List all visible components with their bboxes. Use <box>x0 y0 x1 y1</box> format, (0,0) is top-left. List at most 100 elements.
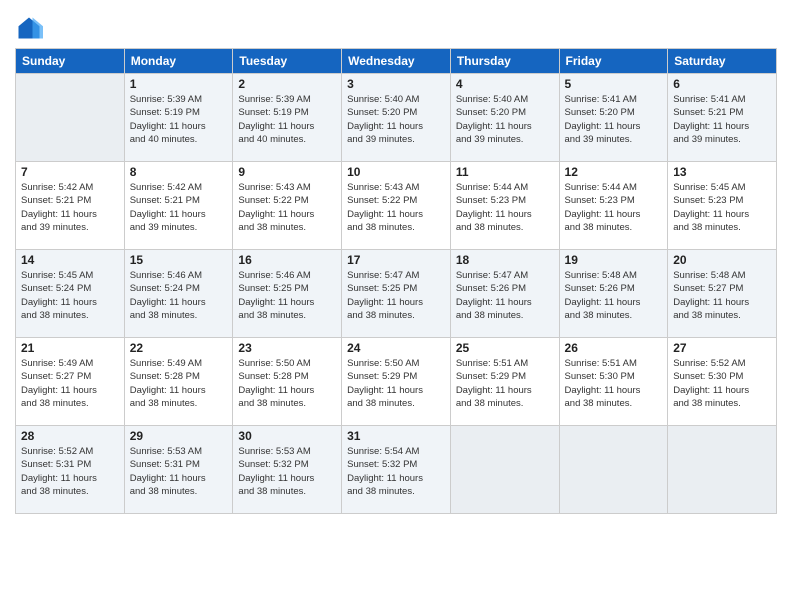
day-number: 28 <box>21 429 119 443</box>
day-info: Sunrise: 5:42 AMSunset: 5:21 PMDaylight:… <box>130 181 228 234</box>
calendar-cell: 8 Sunrise: 5:42 AMSunset: 5:21 PMDaylight… <box>124 162 233 250</box>
day-info: Sunrise: 5:44 AMSunset: 5:23 PMDaylight:… <box>565 181 663 234</box>
calendar-cell: 2 Sunrise: 5:39 AMSunset: 5:19 PMDaylight… <box>233 74 342 162</box>
calendar-cell: 4Sunrise: 5:40 AMSunset: 5:20 PMDaylight… <box>450 74 559 162</box>
day-info: Sunrise: 5:42 AMSunset: 5:21 PMDaylight:… <box>21 181 119 234</box>
calendar-cell: 11Sunrise: 5:44 AMSunset: 5:23 PMDayligh… <box>450 162 559 250</box>
calendar-cell: 29Sunrise: 5:53 AMSunset: 5:31 PMDayligh… <box>124 426 233 514</box>
weekday-saturday: Saturday <box>668 49 777 74</box>
day-number: 10 <box>347 165 445 179</box>
day-info: Sunrise: 5:54 AMSunset: 5:32 PMDaylight:… <box>347 445 445 498</box>
weekday-tuesday: Tuesday <box>233 49 342 74</box>
calendar-cell <box>450 426 559 514</box>
calendar-cell <box>559 426 668 514</box>
day-number: 11 <box>456 165 554 179</box>
day-info: Sunrise: 5:50 AMSunset: 5:29 PMDaylight:… <box>347 357 445 410</box>
day-number: 21 <box>21 341 119 355</box>
day-number: 8 <box>130 165 228 179</box>
calendar-week-row: 14Sunrise: 5:45 AMSunset: 5:24 PMDayligh… <box>16 250 777 338</box>
day-number: 18 <box>456 253 554 267</box>
calendar-cell: 16 Sunrise: 5:46 AMSunset: 5:25 PMDayligh… <box>233 250 342 338</box>
day-info: Sunrise: 5:39 AMSunset: 5:19 PMDaylight:… <box>238 93 336 146</box>
day-info: Sunrise: 5:40 AMSunset: 5:20 PMDaylight:… <box>456 93 554 146</box>
day-number: 3 <box>347 77 445 91</box>
day-number: 12 <box>565 165 663 179</box>
day-info: Sunrise: 5:52 AMSunset: 5:30 PMDaylight:… <box>673 357 771 410</box>
day-number: 1 <box>130 77 228 91</box>
day-info: Sunrise: 5:39 AMSunset: 5:19 PMDaylight:… <box>130 93 228 146</box>
calendar-cell: 6 Sunrise: 5:41 AMSunset: 5:21 PMDaylight… <box>668 74 777 162</box>
day-number: 24 <box>347 341 445 355</box>
weekday-thursday: Thursday <box>450 49 559 74</box>
logo <box>15 14 47 42</box>
calendar-cell: 14Sunrise: 5:45 AMSunset: 5:24 PMDayligh… <box>16 250 125 338</box>
day-number: 25 <box>456 341 554 355</box>
calendar-cell: 15Sunrise: 5:46 AMSunset: 5:24 PMDayligh… <box>124 250 233 338</box>
day-info: Sunrise: 5:53 AMSunset: 5:31 PMDaylight:… <box>130 445 228 498</box>
day-info: Sunrise: 5:43 AMSunset: 5:22 PMDaylight:… <box>238 181 336 234</box>
weekday-monday: Monday <box>124 49 233 74</box>
day-number: 26 <box>565 341 663 355</box>
calendar-week-row: 7 Sunrise: 5:42 AMSunset: 5:21 PMDaylight… <box>16 162 777 250</box>
day-info: Sunrise: 5:46 AMSunset: 5:25 PMDaylight:… <box>238 269 336 322</box>
calendar-cell: 13 Sunrise: 5:45 AMSunset: 5:23 PMDayligh… <box>668 162 777 250</box>
day-info: Sunrise: 5:52 AMSunset: 5:31 PMDaylight:… <box>21 445 119 498</box>
calendar-cell: 9Sunrise: 5:43 AMSunset: 5:22 PMDaylight… <box>233 162 342 250</box>
day-number: 15 <box>130 253 228 267</box>
day-number: 22 <box>130 341 228 355</box>
calendar-cell: 10 Sunrise: 5:43 AMSunset: 5:22 PMDayligh… <box>342 162 451 250</box>
day-number: 6 <box>673 77 771 91</box>
calendar-cell: 12 Sunrise: 5:44 AMSunset: 5:23 PMDayligh… <box>559 162 668 250</box>
day-number: 19 <box>565 253 663 267</box>
day-number: 2 <box>238 77 336 91</box>
day-info: Sunrise: 5:51 AMSunset: 5:30 PMDaylight:… <box>565 357 663 410</box>
page: SundayMondayTuesdayWednesdayThursdayFrid… <box>0 0 792 612</box>
day-number: 31 <box>347 429 445 443</box>
day-number: 16 <box>238 253 336 267</box>
day-number: 27 <box>673 341 771 355</box>
day-info: Sunrise: 5:50 AMSunset: 5:28 PMDaylight:… <box>238 357 336 410</box>
day-number: 13 <box>673 165 771 179</box>
day-info: Sunrise: 5:48 AMSunset: 5:27 PMDaylight:… <box>673 269 771 322</box>
day-info: Sunrise: 5:49 AMSunset: 5:28 PMDaylight:… <box>130 357 228 410</box>
calendar-cell: 18Sunrise: 5:47 AMSunset: 5:26 PMDayligh… <box>450 250 559 338</box>
calendar-cell: 25Sunrise: 5:51 AMSunset: 5:29 PMDayligh… <box>450 338 559 426</box>
day-number: 20 <box>673 253 771 267</box>
calendar-cell: 1 Sunrise: 5:39 AMSunset: 5:19 PMDaylight… <box>124 74 233 162</box>
day-number: 7 <box>21 165 119 179</box>
weekday-sunday: Sunday <box>16 49 125 74</box>
calendar-cell: 28 Sunrise: 5:52 AMSunset: 5:31 PMDayligh… <box>16 426 125 514</box>
calendar-cell: 7 Sunrise: 5:42 AMSunset: 5:21 PMDaylight… <box>16 162 125 250</box>
day-info: Sunrise: 5:40 AMSunset: 5:20 PMDaylight:… <box>347 93 445 146</box>
header <box>15 10 777 42</box>
calendar-cell: 21 Sunrise: 5:49 AMSunset: 5:27 PMDayligh… <box>16 338 125 426</box>
day-info: Sunrise: 5:45 AMSunset: 5:23 PMDaylight:… <box>673 181 771 234</box>
calendar-cell: 5 Sunrise: 5:41 AMSunset: 5:20 PMDaylight… <box>559 74 668 162</box>
calendar-week-row: 1 Sunrise: 5:39 AMSunset: 5:19 PMDaylight… <box>16 74 777 162</box>
day-info: Sunrise: 5:43 AMSunset: 5:22 PMDaylight:… <box>347 181 445 234</box>
calendar-cell: 26 Sunrise: 5:51 AMSunset: 5:30 PMDayligh… <box>559 338 668 426</box>
day-info: Sunrise: 5:47 AMSunset: 5:25 PMDaylight:… <box>347 269 445 322</box>
day-number: 17 <box>347 253 445 267</box>
day-info: Sunrise: 5:41 AMSunset: 5:20 PMDaylight:… <box>565 93 663 146</box>
calendar-cell: 20 Sunrise: 5:48 AMSunset: 5:27 PMDayligh… <box>668 250 777 338</box>
calendar-week-row: 28 Sunrise: 5:52 AMSunset: 5:31 PMDayligh… <box>16 426 777 514</box>
calendar-cell: 30 Sunrise: 5:53 AMSunset: 5:32 PMDayligh… <box>233 426 342 514</box>
day-info: Sunrise: 5:41 AMSunset: 5:21 PMDaylight:… <box>673 93 771 146</box>
day-info: Sunrise: 5:49 AMSunset: 5:27 PMDaylight:… <box>21 357 119 410</box>
calendar: SundayMondayTuesdayWednesdayThursdayFrid… <box>15 48 777 514</box>
calendar-cell: 22 Sunrise: 5:49 AMSunset: 5:28 PMDayligh… <box>124 338 233 426</box>
calendar-cell: 31 Sunrise: 5:54 AMSunset: 5:32 PMDayligh… <box>342 426 451 514</box>
calendar-cell: 17 Sunrise: 5:47 AMSunset: 5:25 PMDayligh… <box>342 250 451 338</box>
day-number: 5 <box>565 77 663 91</box>
calendar-cell: 27 Sunrise: 5:52 AMSunset: 5:30 PMDayligh… <box>668 338 777 426</box>
day-info: Sunrise: 5:53 AMSunset: 5:32 PMDaylight:… <box>238 445 336 498</box>
calendar-cell <box>16 74 125 162</box>
calendar-cell: 24 Sunrise: 5:50 AMSunset: 5:29 PMDayligh… <box>342 338 451 426</box>
calendar-week-row: 21 Sunrise: 5:49 AMSunset: 5:27 PMDayligh… <box>16 338 777 426</box>
day-number: 23 <box>238 341 336 355</box>
calendar-cell <box>668 426 777 514</box>
weekday-wednesday: Wednesday <box>342 49 451 74</box>
calendar-cell: 23 Sunrise: 5:50 AMSunset: 5:28 PMDayligh… <box>233 338 342 426</box>
day-number: 30 <box>238 429 336 443</box>
